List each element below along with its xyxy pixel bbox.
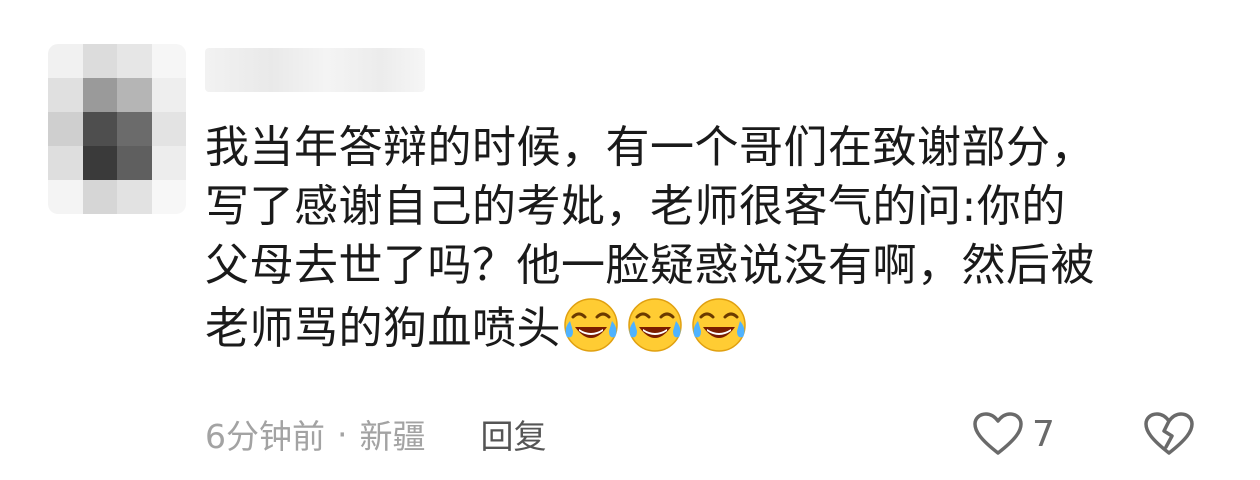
like-count: 7 [1032, 413, 1055, 455]
timestamp: 6分钟前 [205, 417, 325, 456]
location: 新疆 [359, 417, 426, 456]
laugh-cry-emoji [625, 295, 685, 355]
broken-heart-icon [1144, 412, 1194, 455]
comment-line: 父母去世了吗？他一脸疑惑说没有啊，然后被 [205, 240, 1095, 291]
comment-line: 我当年答辩的时候，有一个哥们在致谢部分， [205, 122, 1095, 173]
separator-dot: · [337, 414, 348, 454]
comment-line: 写了感谢自己的考妣，老师很客气的问:你的 [205, 181, 1066, 232]
dislike-button[interactable] [1142, 410, 1196, 458]
like-button[interactable]: 7 [972, 410, 1055, 458]
comment-text: 我当年答辩的时候，有一个哥们在致谢部分， 写了感谢自己的考妣，老师很客气的问:你… [205, 118, 1215, 358]
heart-outline-icon [973, 412, 1023, 455]
comment-meta: 6分钟前 · 新疆 回复 [205, 410, 547, 458]
laugh-cry-emoji [689, 295, 749, 355]
laugh-cry-emoji [561, 295, 621, 355]
avatar[interactable] [48, 44, 186, 214]
reply-button[interactable]: 回复 [481, 410, 547, 458]
comment-line: 老师骂的狗血喷头 [205, 303, 561, 354]
username-blurred[interactable] [205, 48, 425, 92]
